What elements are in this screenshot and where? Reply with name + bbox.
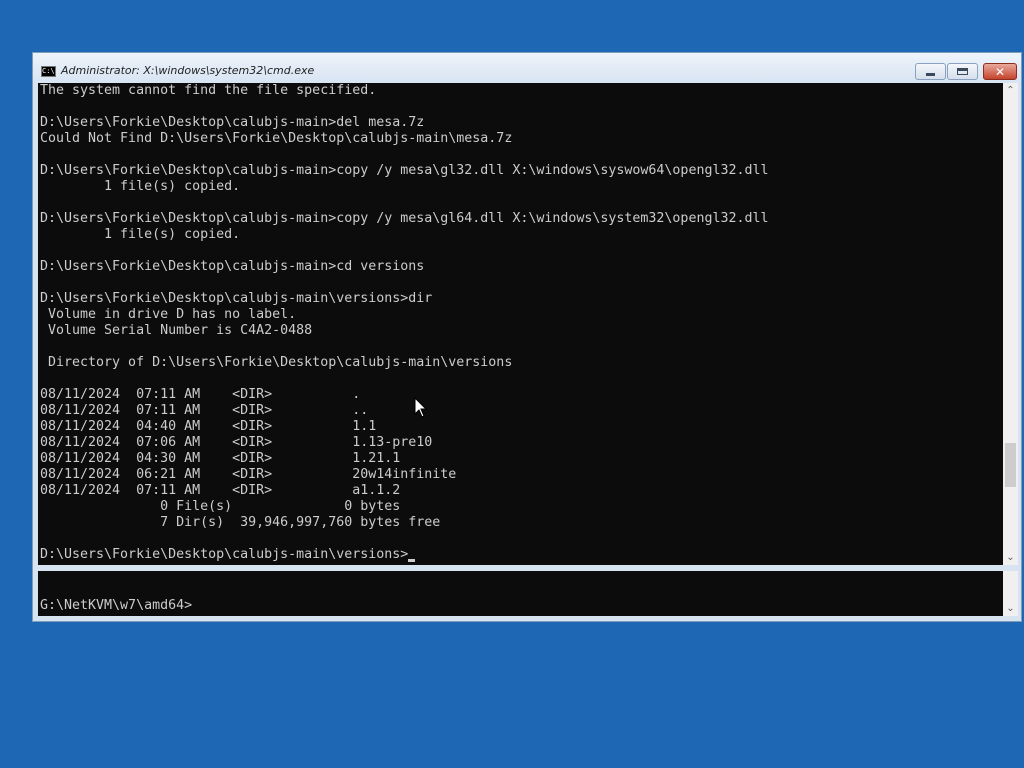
title-bar[interactable]: C:\ Administrator: X:\windows\system32\c… bbox=[33, 53, 1021, 83]
maximize-button[interactable] bbox=[947, 63, 978, 80]
close-button[interactable]: ✕ bbox=[983, 63, 1017, 80]
minimize-icon bbox=[926, 72, 935, 76]
console-icon-text: C:\ bbox=[42, 67, 55, 75]
second-console-area[interactable]: G:\NetKVM\w7\amd64> bbox=[38, 571, 1003, 616]
cmd-window: C:\ Administrator: X:\windows\system32\c… bbox=[32, 52, 1022, 622]
console-icon[interactable]: C:\ bbox=[41, 66, 56, 77]
scroll-down-icon[interactable]: ⌄ bbox=[1003, 550, 1018, 565]
scrollbar-thumb[interactable] bbox=[1005, 443, 1016, 487]
scroll-down-icon-2[interactable]: ⌄ bbox=[1003, 601, 1018, 616]
scroll-up-icon[interactable]: ⌃ bbox=[1003, 83, 1018, 98]
minimize-button[interactable] bbox=[915, 63, 946, 80]
close-icon: ✕ bbox=[994, 64, 1006, 79]
maximize-icon bbox=[957, 68, 968, 75]
text-cursor bbox=[408, 559, 415, 562]
second-scrollbar[interactable]: ⌄ bbox=[1003, 571, 1018, 616]
mouse-pointer-icon bbox=[414, 397, 428, 418]
window-title: Administrator: X:\windows\system32\cmd.e… bbox=[61, 64, 315, 77]
vertical-scrollbar[interactable]: ⌃ ⌄ bbox=[1003, 83, 1018, 565]
second-console-prompt: G:\NetKVM\w7\amd64> bbox=[40, 598, 193, 613]
console-output: The system cannot find the file specifie… bbox=[40, 83, 769, 562]
console-output-area[interactable]: The system cannot find the file specifie… bbox=[38, 83, 1003, 565]
